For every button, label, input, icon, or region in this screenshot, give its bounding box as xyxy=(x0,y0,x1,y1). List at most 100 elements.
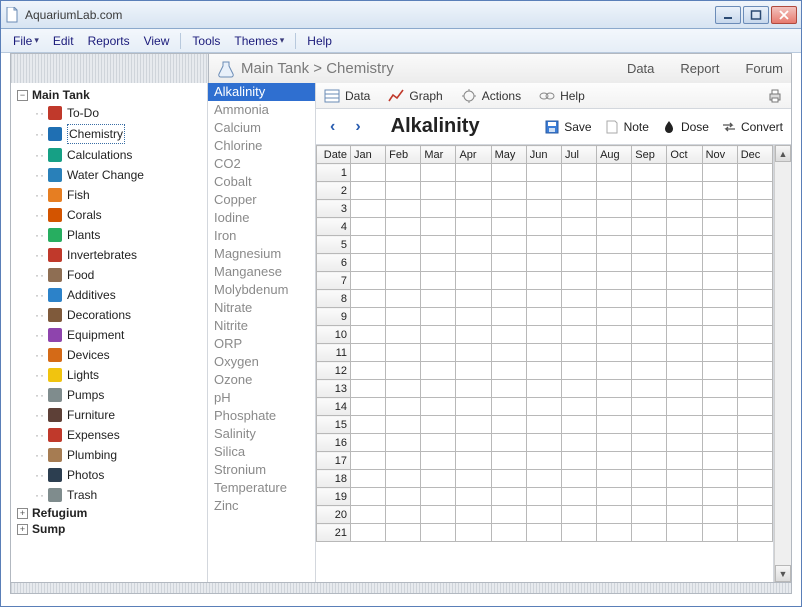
cell[interactable] xyxy=(561,488,596,506)
cell[interactable] xyxy=(561,254,596,272)
param-item[interactable]: ORP xyxy=(208,335,315,353)
maximize-button[interactable] xyxy=(743,6,769,24)
expand-icon[interactable]: + xyxy=(17,524,28,535)
cell[interactable] xyxy=(351,290,386,308)
cell[interactable] xyxy=(667,452,702,470)
cell[interactable] xyxy=(526,524,561,542)
table-row[interactable]: 4 xyxy=(317,218,773,236)
cell[interactable] xyxy=(351,344,386,362)
cell[interactable] xyxy=(667,470,702,488)
cell[interactable] xyxy=(597,362,632,380)
cell[interactable] xyxy=(351,398,386,416)
cell[interactable] xyxy=(456,182,491,200)
cell[interactable] xyxy=(351,308,386,326)
cell[interactable] xyxy=(632,218,667,236)
menu-view[interactable]: View xyxy=(138,32,176,50)
sidebar-item[interactable]: ··Lights xyxy=(13,365,207,385)
param-item[interactable]: Magnesium xyxy=(208,245,315,263)
cell[interactable] xyxy=(667,164,702,182)
table-row[interactable]: 7 xyxy=(317,272,773,290)
cell[interactable] xyxy=(737,488,772,506)
row-header[interactable]: 12 xyxy=(317,362,351,380)
cell[interactable] xyxy=(421,362,456,380)
row-header[interactable]: 7 xyxy=(317,272,351,290)
table-row[interactable]: 6 xyxy=(317,254,773,272)
cell[interactable] xyxy=(561,470,596,488)
cell[interactable] xyxy=(597,164,632,182)
cell[interactable] xyxy=(632,200,667,218)
sidebar-item[interactable]: ··Decorations xyxy=(13,305,207,325)
cell[interactable] xyxy=(737,200,772,218)
cell[interactable] xyxy=(456,164,491,182)
toolbar-print[interactable] xyxy=(767,88,783,104)
cell[interactable] xyxy=(737,452,772,470)
column-header[interactable]: Mar xyxy=(421,146,456,164)
sidebar-item[interactable]: ··Equipment xyxy=(13,325,207,345)
cell[interactable] xyxy=(491,452,526,470)
cell[interactable] xyxy=(597,200,632,218)
cell[interactable] xyxy=(456,236,491,254)
menu-themes[interactable]: Themes▾ xyxy=(228,32,290,50)
table-row[interactable]: 19 xyxy=(317,488,773,506)
cell[interactable] xyxy=(526,326,561,344)
cell[interactable] xyxy=(632,290,667,308)
cell[interactable] xyxy=(597,236,632,254)
cell[interactable] xyxy=(386,470,421,488)
cell[interactable] xyxy=(351,380,386,398)
cell[interactable] xyxy=(526,362,561,380)
cell[interactable] xyxy=(737,290,772,308)
cell[interactable] xyxy=(632,524,667,542)
cell[interactable] xyxy=(737,254,772,272)
cell[interactable] xyxy=(632,236,667,254)
row-header[interactable]: 13 xyxy=(317,380,351,398)
cell[interactable] xyxy=(737,326,772,344)
cell[interactable] xyxy=(737,164,772,182)
cell[interactable] xyxy=(351,218,386,236)
cell[interactable] xyxy=(561,164,596,182)
expand-icon[interactable]: + xyxy=(17,508,28,519)
cell[interactable] xyxy=(491,236,526,254)
cell[interactable] xyxy=(491,218,526,236)
cell[interactable] xyxy=(456,290,491,308)
cell[interactable] xyxy=(351,182,386,200)
param-item[interactable]: Molybdenum xyxy=(208,281,315,299)
column-header[interactable]: Apr xyxy=(456,146,491,164)
param-item[interactable]: Cobalt xyxy=(208,173,315,191)
cell[interactable] xyxy=(597,308,632,326)
cell[interactable] xyxy=(597,326,632,344)
vertical-scrollbar[interactable]: ▲ ▼ xyxy=(774,145,791,582)
scroll-up-button[interactable]: ▲ xyxy=(775,145,791,162)
param-item[interactable]: Copper xyxy=(208,191,315,209)
cell[interactable] xyxy=(702,380,737,398)
sidebar-item[interactable]: ··Calculations xyxy=(13,145,207,165)
cell[interactable] xyxy=(491,470,526,488)
param-item[interactable]: Zinc xyxy=(208,497,315,515)
sidebar-item[interactable]: ··Additives xyxy=(13,285,207,305)
cell[interactable] xyxy=(421,182,456,200)
cell[interactable] xyxy=(702,434,737,452)
row-header[interactable]: 9 xyxy=(317,308,351,326)
cell[interactable] xyxy=(526,416,561,434)
cell[interactable] xyxy=(421,200,456,218)
cell[interactable] xyxy=(421,452,456,470)
param-item[interactable]: Manganese xyxy=(208,263,315,281)
cell[interactable] xyxy=(702,200,737,218)
cell[interactable] xyxy=(456,326,491,344)
param-item[interactable]: Ammonia xyxy=(208,101,315,119)
cell[interactable] xyxy=(667,434,702,452)
cell[interactable] xyxy=(491,488,526,506)
menu-tools[interactable]: Tools xyxy=(186,32,226,50)
column-header[interactable]: Aug xyxy=(597,146,632,164)
cell[interactable] xyxy=(456,470,491,488)
cell[interactable] xyxy=(702,236,737,254)
row-header[interactable]: 10 xyxy=(317,326,351,344)
cell[interactable] xyxy=(456,398,491,416)
cell[interactable] xyxy=(737,470,772,488)
cell[interactable] xyxy=(421,398,456,416)
cell[interactable] xyxy=(421,416,456,434)
cell[interactable] xyxy=(491,254,526,272)
param-item[interactable]: Iodine xyxy=(208,209,315,227)
table-row[interactable]: 9 xyxy=(317,308,773,326)
param-item[interactable]: Silica xyxy=(208,443,315,461)
cell[interactable] xyxy=(491,362,526,380)
